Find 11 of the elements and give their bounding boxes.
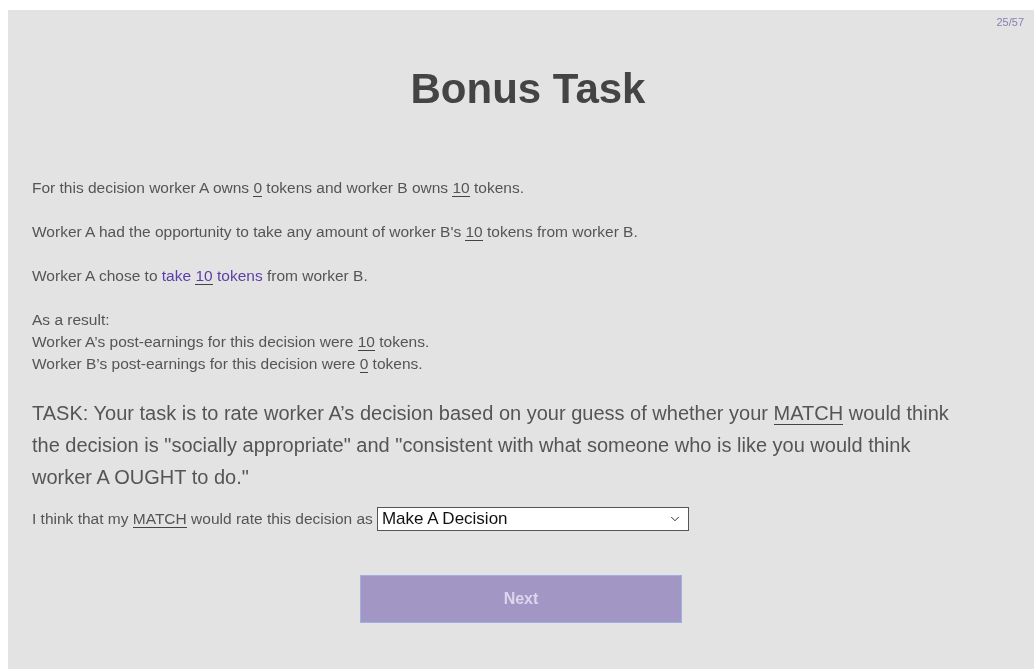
result-sentence: Worker B’s post-earnings for this decision were 0 tokens. bbox=[32, 354, 424, 375]
progress-counter: 25/57 bbox=[996, 16, 1024, 28]
result-sentence: Worker A’s post-earnings for this decision were 10 tokens. bbox=[32, 332, 431, 353]
page-title: Bonus Task bbox=[409, 65, 647, 113]
decision-sentence: Worker A had the opportunity to take any amount of worker B's 10 tokens from worker B. bbox=[32, 222, 639, 243]
decision-sentence: Worker A chose to take 10 tokens from worker B. bbox=[32, 266, 369, 287]
result-heading: As a result: bbox=[32, 310, 111, 330]
rating-dropdown[interactable]: Make A Decision bbox=[376, 507, 689, 531]
rating-prompt: I think that my MATCH would rate this decision as bbox=[32, 509, 373, 530]
task-instructions: TASK: Your task is to rate worker A’s decision based on your guess of whether your MATCH would think the decision is "socially appropriate" and "consistent with what someone who is like you would think worker A OUGHT to do." bbox=[32, 401, 950, 490]
decision-sentence: For this decision worker A owns 0 tokens and worker B owns 10 tokens. bbox=[32, 178, 525, 199]
